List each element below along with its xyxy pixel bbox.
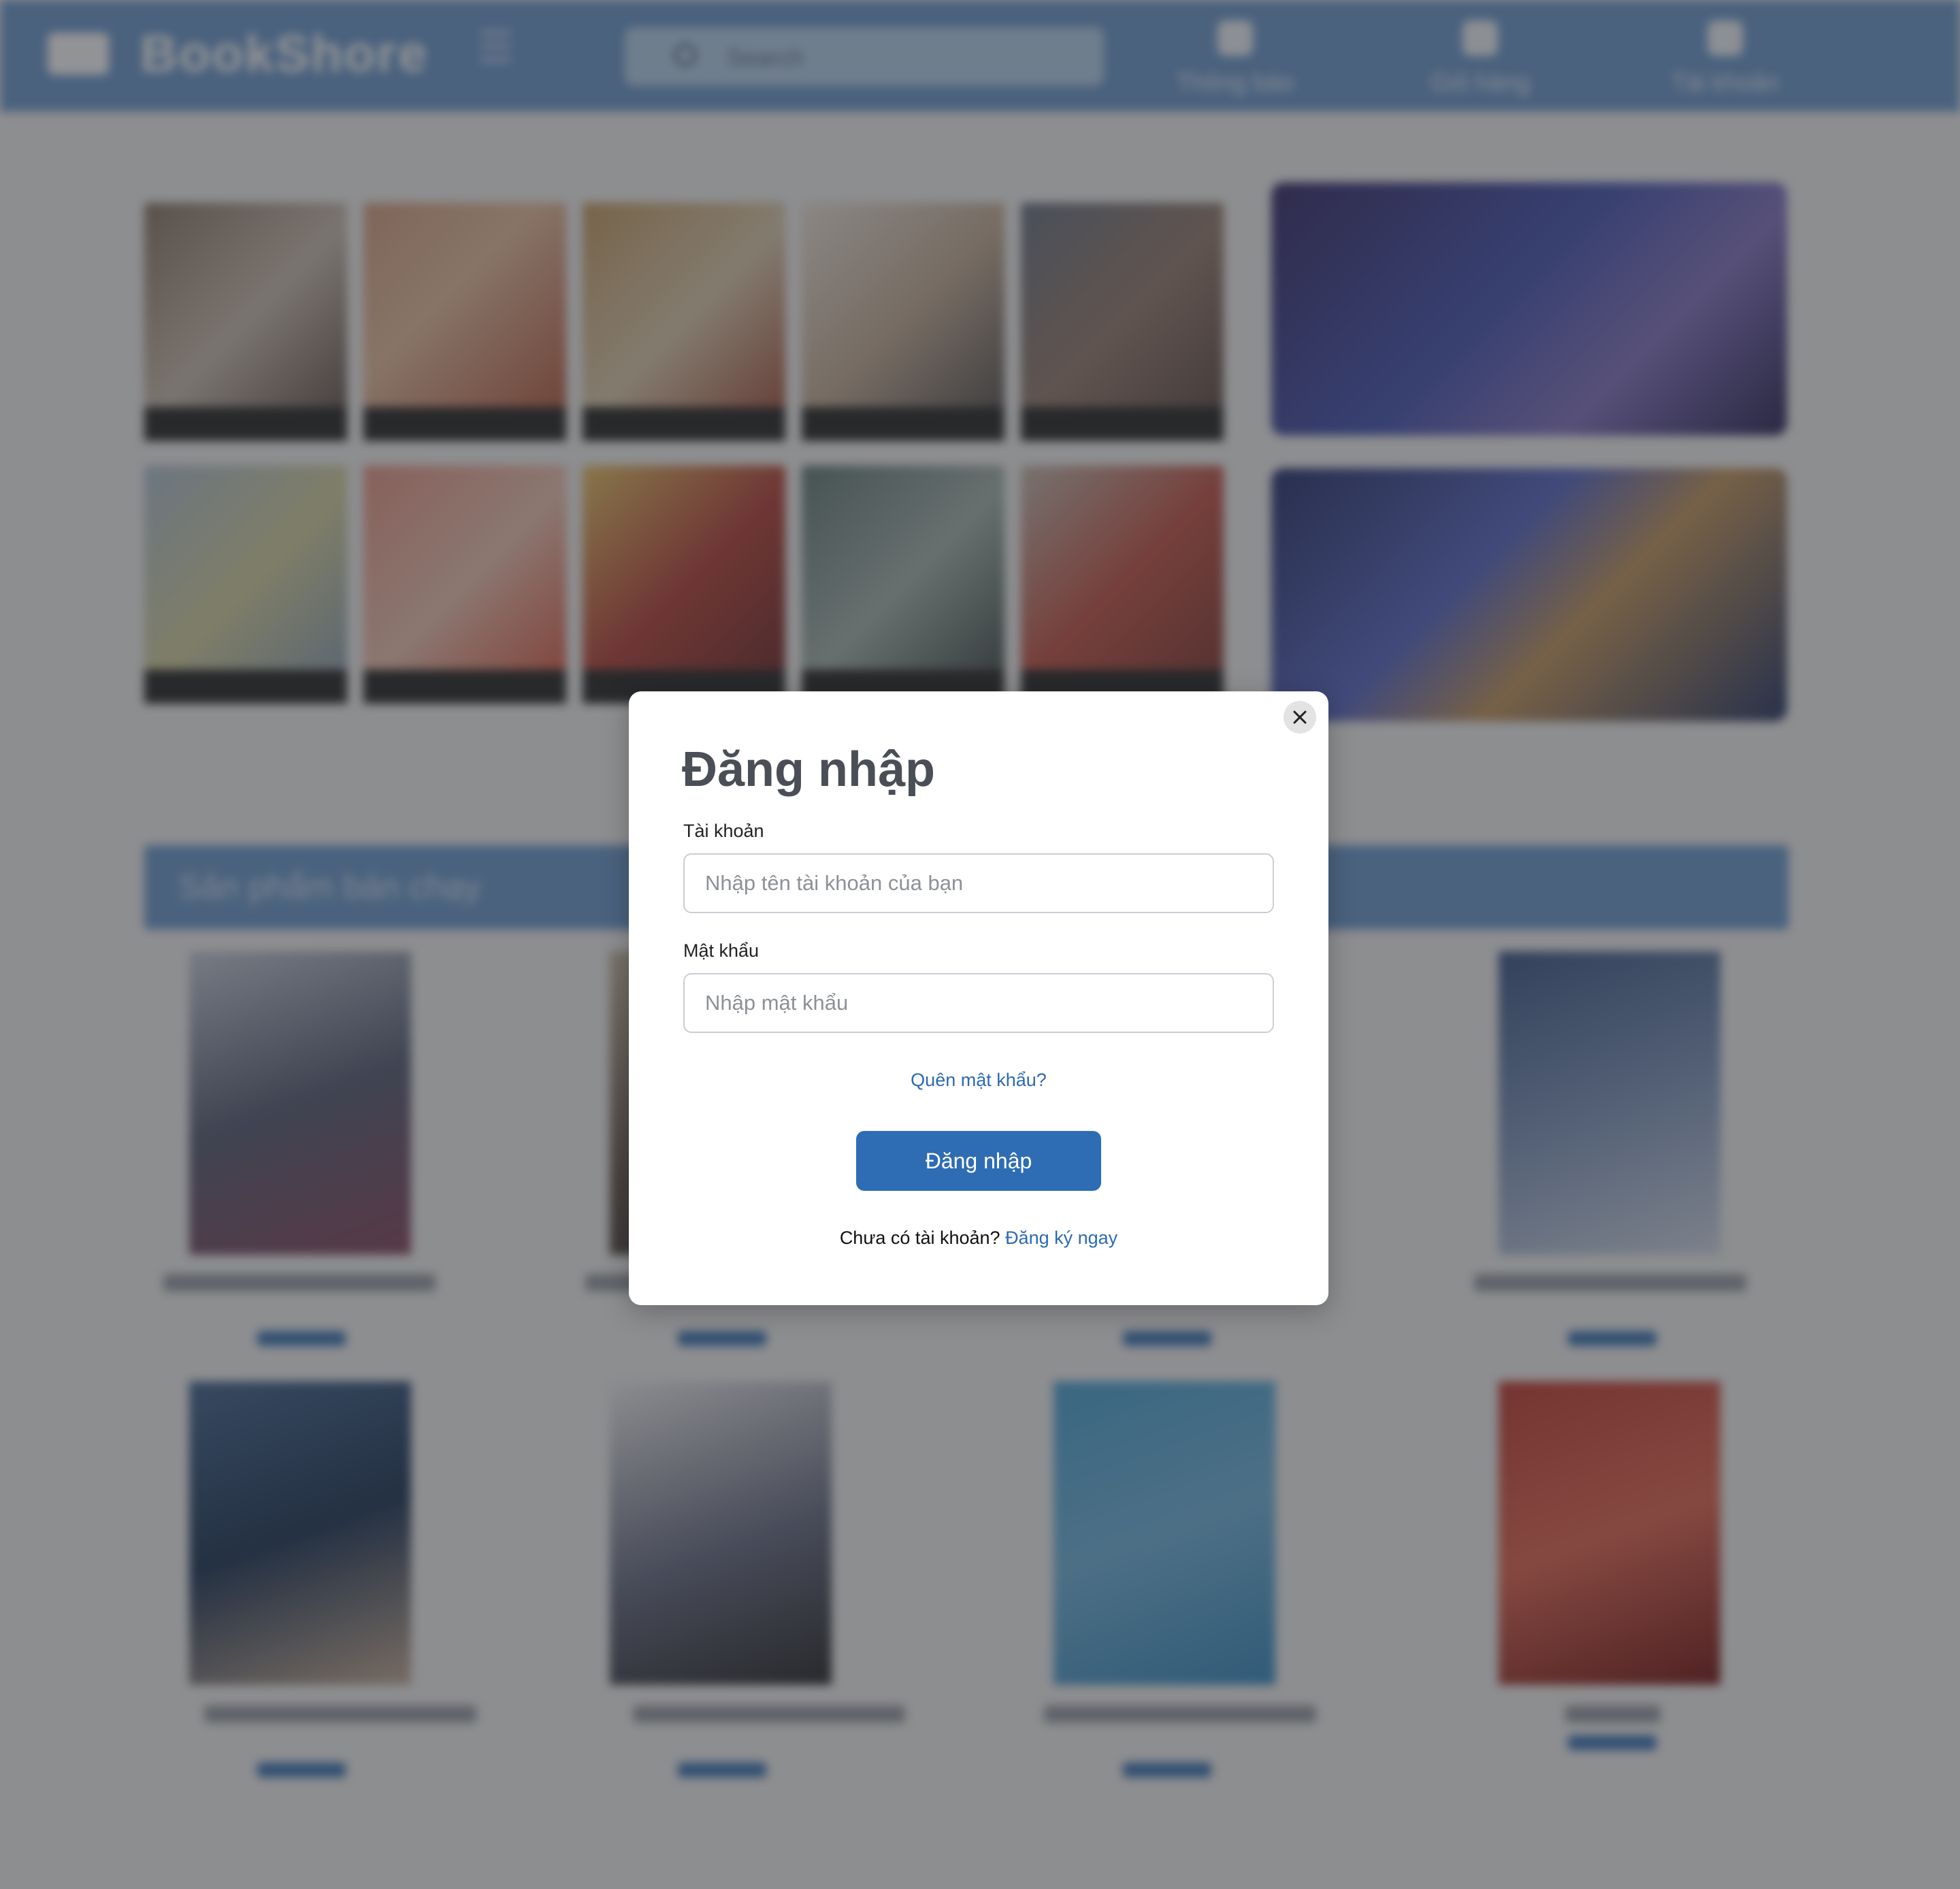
password-label: Mật khẩu [683,940,760,961]
register-link[interactable]: Đăng ký ngay [1005,1228,1117,1248]
signup-prompt: Chưa có tài khoản? Đăng ký ngay [629,1228,1328,1249]
password-input[interactable] [683,973,1274,1033]
login-submit-button[interactable]: Đăng nhập [856,1131,1101,1191]
login-modal: Đăng nhập Tài khoản Mật khẩu Quên mật kh… [629,691,1328,1305]
close-icon [1293,710,1307,724]
modal-title: Đăng nhập [682,742,935,797]
no-account-text: Chưa có tài khoản? [839,1228,1000,1248]
username-label: Tài khoản [683,821,764,841]
username-input[interactable] [683,853,1274,913]
forgot-password-link[interactable]: Quên mật khẩu? [629,1070,1328,1091]
close-button[interactable] [1284,701,1316,734]
